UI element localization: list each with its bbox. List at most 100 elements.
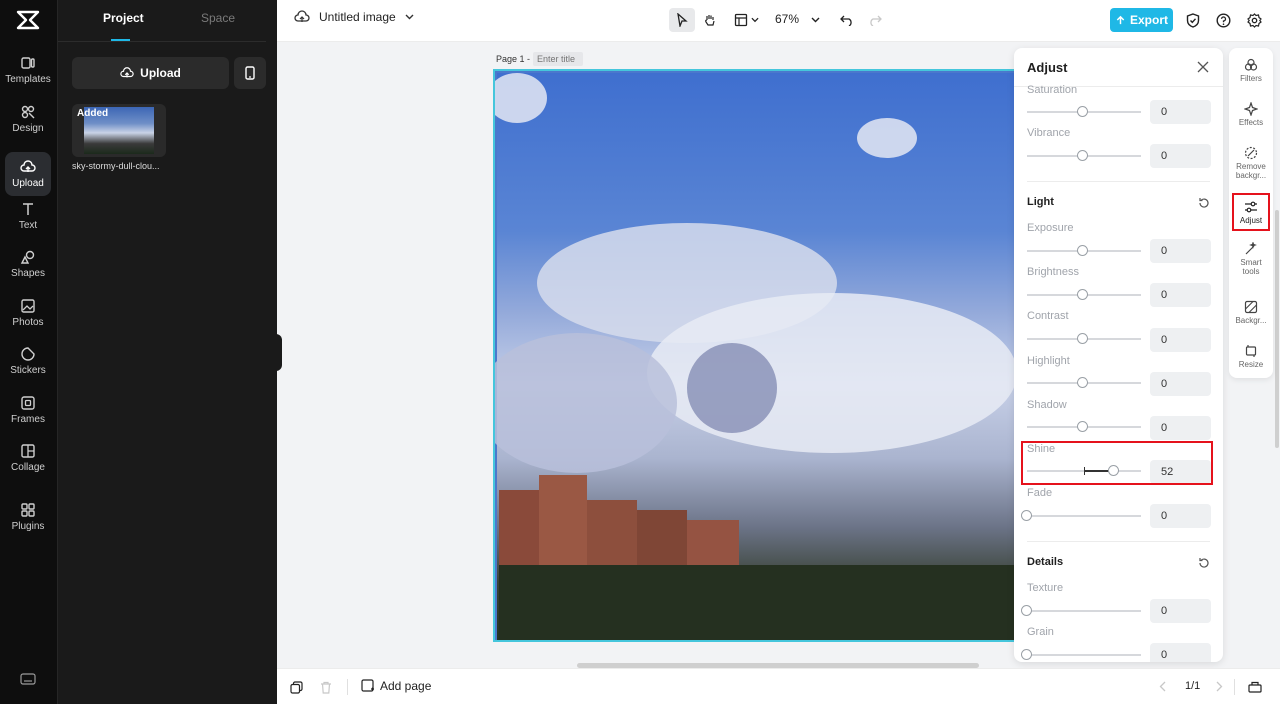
exposure-slider-handle[interactable]: [1077, 245, 1088, 256]
texture-slider-handle[interactable]: [1021, 605, 1032, 616]
phone-icon: [245, 66, 255, 80]
brightness-value-input[interactable]: 0: [1150, 283, 1211, 307]
undo-button[interactable]: [837, 8, 857, 32]
layout-icon: [734, 13, 747, 27]
rail-item-label: Photos: [12, 317, 44, 328]
export-button[interactable]: Export: [1110, 8, 1173, 32]
brightness-slider-handle[interactable]: [1077, 289, 1088, 300]
select-tool-button[interactable]: [669, 8, 695, 32]
export-button-label: Export: [1129, 13, 1168, 27]
rail-item-templates[interactable]: Templates: [5, 48, 51, 92]
trees-shape: [499, 565, 1016, 640]
shadow-slider-handle[interactable]: [1077, 421, 1088, 432]
help-button[interactable]: [1213, 8, 1233, 32]
vertical-scrollbar[interactable]: [1275, 210, 1279, 448]
export-arrow-icon: [1116, 15, 1125, 24]
rail-tool-smart-tools[interactable]: Smart tools: [1229, 242, 1273, 276]
duplicate-page-icon[interactable]: [290, 681, 303, 694]
chevron-right-icon[interactable]: [1216, 681, 1223, 692]
rail-item-label: Upload: [12, 178, 44, 189]
rail-tool-filters[interactable]: Filters: [1229, 58, 1273, 83]
zoom-dropdown-button[interactable]: [808, 8, 822, 32]
rail-tool-remove-background[interactable]: Remove backgr...: [1229, 146, 1273, 180]
right-tool-rail: Filters Effects Remove backgr... Adjust …: [1229, 48, 1273, 378]
security-button[interactable]: [1183, 8, 1203, 32]
contrast-slider-handle[interactable]: [1077, 333, 1088, 344]
saturation-slider-handle[interactable]: [1077, 106, 1088, 117]
details-section-title: Details: [1027, 556, 1064, 568]
close-icon[interactable]: [1197, 61, 1209, 73]
saturation-value-input[interactable]: 0: [1150, 100, 1211, 124]
rail-item-label: Templates: [5, 74, 51, 85]
shine-value-input[interactable]: 52: [1150, 460, 1211, 484]
reset-icon[interactable]: [1198, 557, 1210, 569]
rail-item-photos[interactable]: Photos: [5, 291, 51, 335]
rail-tool-label: Remove backgr...: [1235, 162, 1267, 180]
hand-tool-button[interactable]: [699, 8, 721, 32]
redo-button[interactable]: [865, 8, 885, 32]
shapes-icon: [20, 250, 35, 264]
rail-item-label: Stickers: [10, 365, 46, 376]
rail-item-text[interactable]: Text: [5, 194, 51, 238]
rail-item-plugins[interactable]: Plugins: [5, 495, 51, 539]
chevron-down-icon: [750, 17, 759, 23]
rail-tool-effects[interactable]: Effects: [1229, 102, 1273, 127]
rail-item-design[interactable]: Design: [5, 97, 51, 141]
vibrance-slider-handle[interactable]: [1077, 150, 1088, 161]
texture-value-input[interactable]: 0: [1150, 599, 1211, 623]
rail-item-frames[interactable]: Frames: [5, 388, 51, 432]
rail-tool-resize[interactable]: Resize: [1229, 344, 1273, 369]
texture-slider-track[interactable]: [1027, 610, 1141, 612]
adjust-panel-title: Adjust: [1027, 60, 1068, 75]
rail-item-shapes[interactable]: Shapes: [5, 242, 51, 286]
layers-panel-icon[interactable]: [1248, 680, 1262, 693]
rail-item-label: Text: [18, 220, 38, 231]
brightness-label: Brightness: [1027, 266, 1079, 278]
capcut-logo-icon[interactable]: [16, 9, 40, 31]
fade-slider-handle[interactable]: [1021, 510, 1032, 521]
settings-button[interactable]: [1244, 8, 1264, 32]
canvas-photo: [495, 73, 1016, 640]
canvas-image[interactable]: [493, 69, 1018, 642]
rail-tool-adjust[interactable]: Adjust: [1229, 200, 1273, 225]
reset-icon[interactable]: [1198, 197, 1210, 209]
rail-item-label: Shapes: [11, 268, 45, 279]
tab-project[interactable]: Project: [103, 11, 144, 25]
chevron-left-icon[interactable]: [1159, 681, 1166, 692]
highlight-value-input[interactable]: 0: [1150, 372, 1211, 396]
rail-item-upload[interactable]: Upload: [5, 152, 51, 196]
upload-from-phone-button[interactable]: [234, 57, 266, 89]
fade-slider-track[interactable]: [1027, 515, 1141, 517]
contrast-value-input[interactable]: 0: [1150, 328, 1211, 352]
grain-slider-track[interactable]: [1027, 654, 1141, 656]
page-label: Page 1 -: [496, 52, 584, 66]
page-title-input[interactable]: [533, 52, 584, 66]
grain-slider-handle[interactable]: [1021, 649, 1032, 660]
exposure-value-input[interactable]: 0: [1150, 239, 1211, 263]
rail-item-stickers[interactable]: Stickers: [5, 339, 51, 383]
rail-item-collage[interactable]: Collage: [5, 436, 51, 480]
add-page-button[interactable]: Add page: [361, 679, 431, 693]
panel-collapse-handle[interactable]: [274, 334, 282, 371]
rail-item-label: Frames: [11, 414, 45, 425]
tab-space[interactable]: Space: [201, 11, 235, 25]
keyboard-shortcuts-icon[interactable]: [20, 673, 36, 685]
trash-icon[interactable]: [320, 681, 332, 694]
shine-slider-handle[interactable]: [1108, 465, 1119, 476]
upload-button[interactable]: Upload: [72, 57, 229, 89]
vibrance-value-input[interactable]: 0: [1150, 144, 1211, 168]
shadow-value-input[interactable]: 0: [1150, 416, 1211, 440]
frames-icon: [21, 396, 35, 410]
asset-thumbnail[interactable]: Added: [72, 104, 166, 157]
document-title-group[interactable]: Untitled image: [294, 10, 414, 24]
fade-value-input[interactable]: 0: [1150, 504, 1211, 528]
smart-tools-icon: [1245, 242, 1257, 255]
cloud-shape: [857, 118, 917, 158]
highlight-slider-handle[interactable]: [1077, 377, 1088, 388]
layout-menu-button[interactable]: [731, 8, 761, 32]
asset-added-badge: Added: [77, 108, 109, 119]
zoom-level[interactable]: 67%: [775, 12, 799, 26]
page-indicator: 1/1: [1185, 680, 1201, 692]
rail-tool-background[interactable]: Backgr...: [1229, 300, 1273, 325]
grain-value-input[interactable]: 0: [1150, 643, 1211, 662]
